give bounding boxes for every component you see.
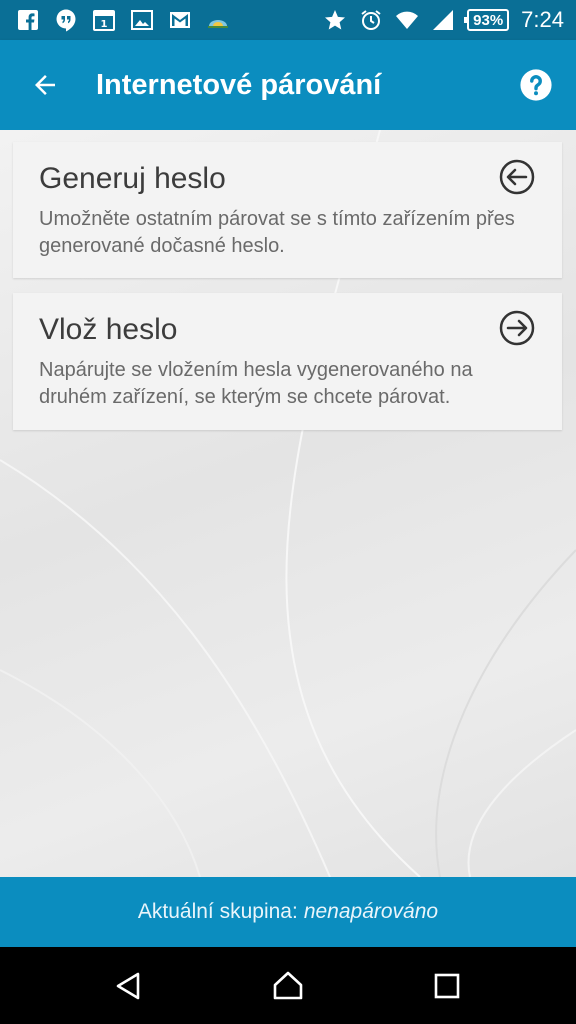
option-title: Generuj heslo [39,162,226,195]
hangouts-icon [54,8,78,32]
svg-text:1: 1 [101,19,108,30]
nav-back-button[interactable] [99,956,159,1016]
gallery-icon [130,8,154,32]
back-nav-icon [117,972,140,999]
app-bar: Internetové párování [0,40,576,130]
group-label: Aktuální skupina: [137,900,298,923]
help-button[interactable] [496,40,576,130]
arrow-left-icon [35,75,55,95]
group-value: nenapárováno [303,900,439,923]
option-description: Napárujte se vložením hesla vygenerované… [39,359,473,408]
enter-password-option[interactable]: Vlož heslo Napárujte se vložením hesla v… [13,293,562,430]
circle-arrow-left-icon [499,159,535,195]
page-title: Internetové párování [96,68,382,101]
recents-nav-icon [434,973,459,998]
battery-icon: 93% [464,9,510,31]
current-group-bar: Aktuální skupina: nenapárováno [0,877,576,947]
notification-icons: 1 [16,8,230,32]
help-icon [520,69,552,101]
nav-recents-button[interactable] [417,956,477,1016]
nav-home-button[interactable] [258,956,318,1016]
option-description: Umožněte ostatním párovat se s tímto zař… [39,208,515,257]
wifi-icon [395,8,419,32]
status-bar: 1 93% 7:24 [0,0,576,40]
circle-arrow-right-icon [499,310,535,346]
option-title: Vlož heslo [39,313,178,346]
weather-icon [206,8,230,32]
alarm-icon [359,8,383,32]
battery-level: 93% [473,11,504,29]
calendar-icon: 1 [92,8,116,32]
home-nav-icon [273,971,303,999]
generate-password-option[interactable]: Generuj heslo Umožněte ostatním párovat … [13,142,562,278]
main-content: Generuj heslo Umožněte ostatním párovat … [0,130,576,877]
signal-icon [431,8,455,32]
system-icons: 93% 7:24 [323,7,564,33]
facebook-icon [16,8,40,32]
back-button[interactable] [0,40,90,130]
navigation-bar [0,947,576,1024]
gmail-icon [168,8,192,32]
clock: 7:24 [521,7,564,32]
star-icon [323,8,347,32]
